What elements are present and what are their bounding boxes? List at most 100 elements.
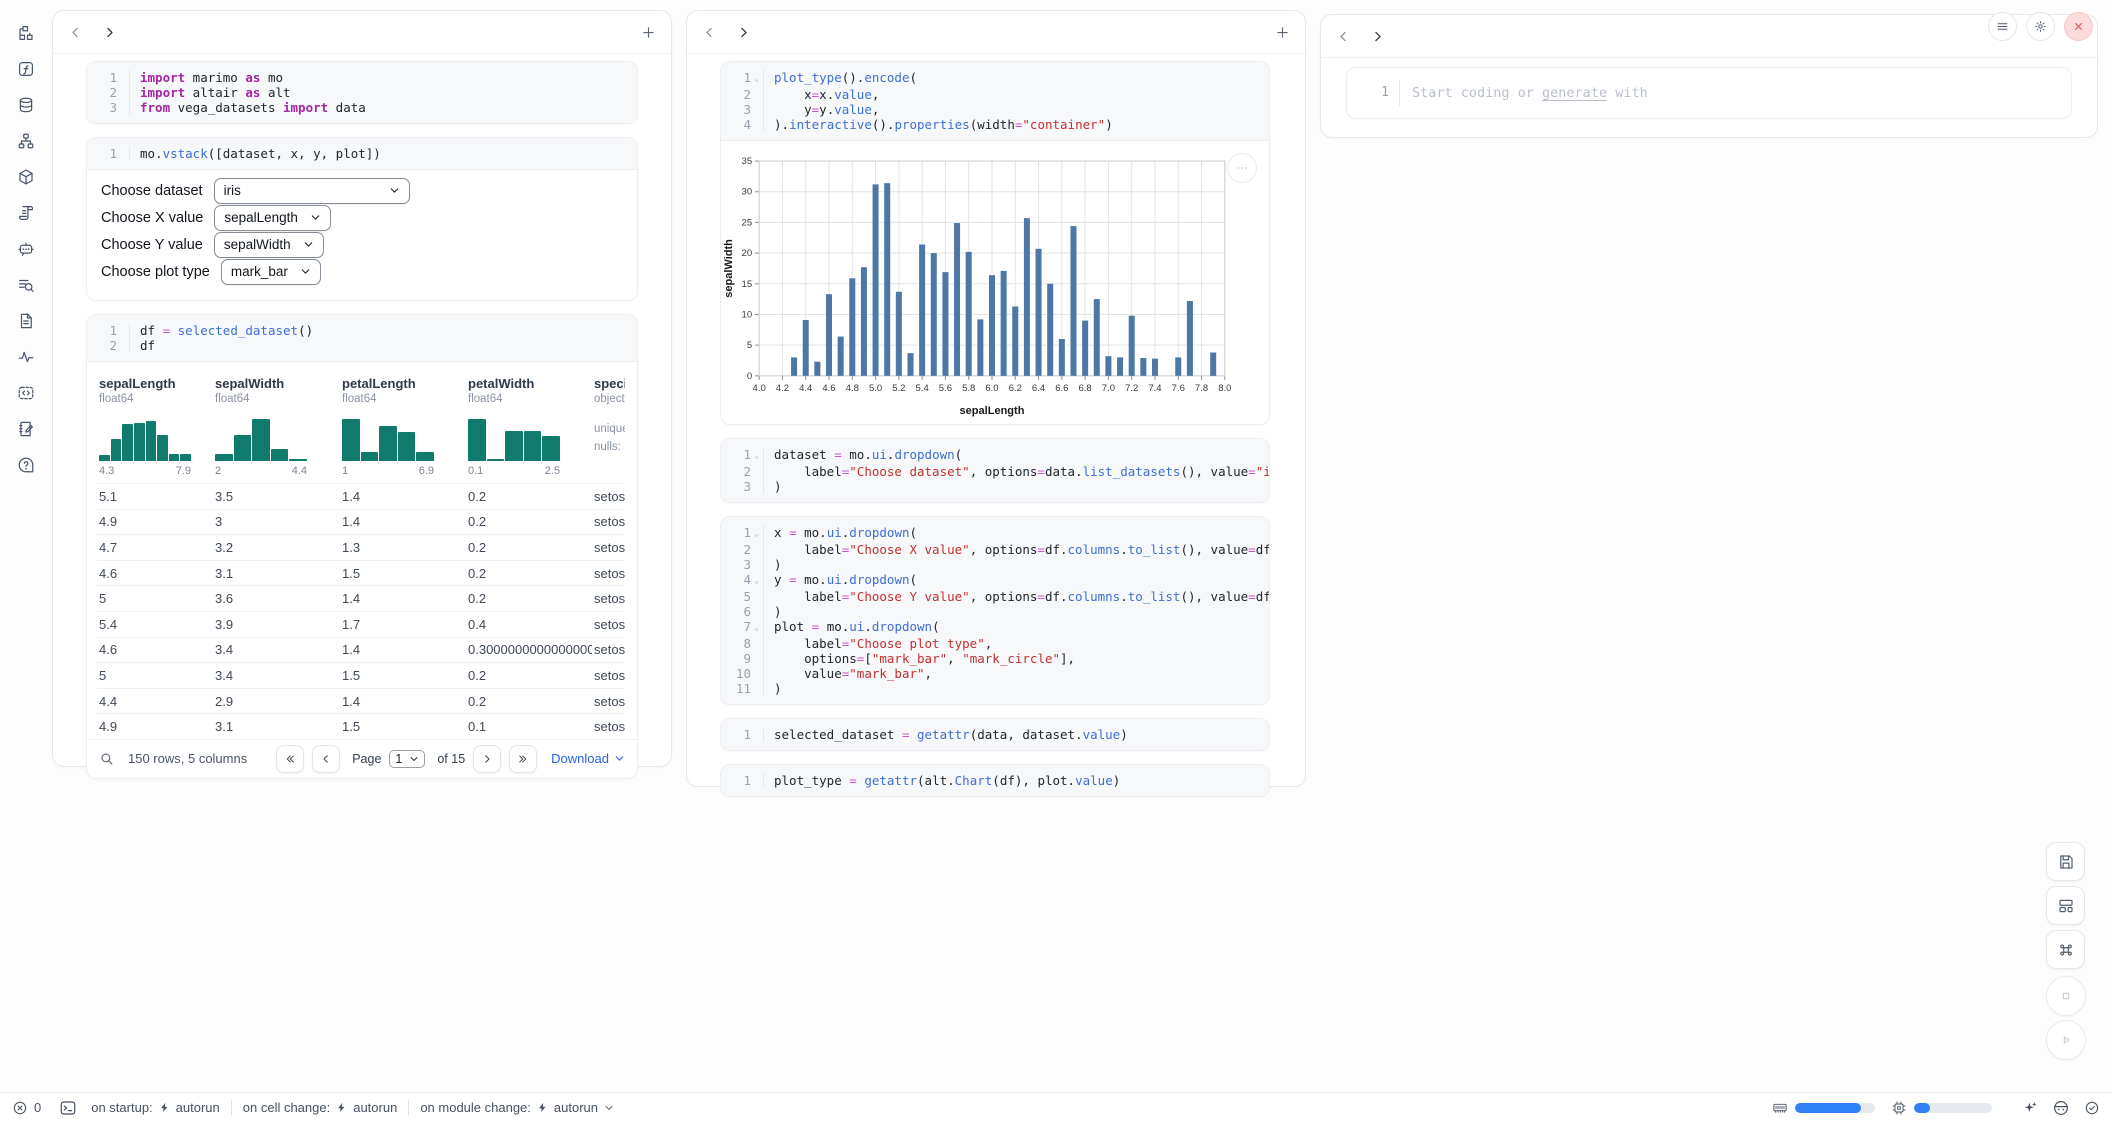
sidebar-item-chat[interactable] xyxy=(17,240,35,258)
sidebar-item-tracing[interactable] xyxy=(17,348,35,366)
search-icon[interactable] xyxy=(99,751,114,766)
code-line: 2 label="Choose X value", options=df.col… xyxy=(721,542,1261,557)
runtime-config-item[interactable]: on cell change:autorun xyxy=(243,1100,398,1115)
runtime-config-item[interactable]: on module change:autorun xyxy=(420,1100,614,1115)
column-forward-button[interactable] xyxy=(736,25,751,40)
column-back-button[interactable] xyxy=(702,25,717,40)
table-row[interactable]: 53.61.40.2setosa xyxy=(97,585,625,611)
logs-icon xyxy=(17,276,35,294)
code-line: 11) xyxy=(721,681,1261,696)
column-header-species[interactable]: speciesobjectunique:nulls: xyxy=(592,370,625,483)
add-cell-button[interactable] xyxy=(641,25,656,40)
sidebar-item-notebook[interactable] xyxy=(17,420,35,438)
menu-button[interactable] xyxy=(1988,12,2017,41)
table-row[interactable]: 4.931.40.2setosa xyxy=(97,509,625,535)
run-button[interactable] xyxy=(2046,1020,2086,1060)
table-row[interactable]: 5.43.91.70.4setosa xyxy=(97,611,625,637)
download-button[interactable]: Download xyxy=(551,751,625,766)
column-back-button[interactable] xyxy=(1336,29,1351,44)
svg-text:7.4: 7.4 xyxy=(1148,383,1162,394)
dataset-dropdown-cell[interactable]: 1⌄dataset = mo.ui.dropdown(2 label="Choo… xyxy=(721,439,1269,502)
cpu-icon xyxy=(1891,1100,1907,1116)
column-histogram xyxy=(215,417,307,461)
divider xyxy=(408,1100,409,1115)
column-header-sepalLength[interactable]: sepalLengthfloat644.37.9 xyxy=(97,370,213,483)
control-row: Choose Y valuesepalWidth xyxy=(101,232,623,257)
status-bar: 0 on startup:autorun on cell change:autor… xyxy=(0,1092,2112,1122)
ai-sparkles-icon[interactable] xyxy=(2022,1100,2038,1116)
sidebar-item-file-explorer[interactable] xyxy=(17,24,35,42)
xy-plot-dropdowns-cell[interactable]: 1⌄x = mo.ui.dropdown(2 label="Choose X v… xyxy=(721,517,1269,704)
code-line: 5 label="Choose Y value", options=df.col… xyxy=(721,589,1261,604)
sidebar-item-logs[interactable] xyxy=(17,276,35,294)
errors-indicator[interactable]: 0 xyxy=(12,1100,41,1116)
save-button[interactable] xyxy=(2046,842,2085,881)
table-row[interactable]: 4.63.11.50.2setosa xyxy=(97,560,625,586)
choose-plot-type-select[interactable]: mark_bar xyxy=(221,259,321,285)
table-row[interactable]: 4.63.41.40.30000000000000004setosa xyxy=(97,637,625,663)
stop-button[interactable] xyxy=(2046,976,2086,1016)
first-page-button[interactable] xyxy=(276,745,304,773)
last-page-button[interactable] xyxy=(509,745,537,773)
runtime-config-item[interactable]: on startup:autorun xyxy=(91,1100,220,1115)
chevron-down-icon xyxy=(604,1103,614,1113)
add-cell-button[interactable] xyxy=(1275,25,1290,40)
code-line: 10 value="mark_bar", xyxy=(721,666,1261,681)
svg-text:4.4: 4.4 xyxy=(799,383,813,394)
table-row[interactable]: 4.42.91.40.2setosa xyxy=(97,688,625,714)
selected-dataset-cell[interactable]: 1selected_dataset = getattr(data, datase… xyxy=(721,719,1269,750)
column-header-sepalWidth[interactable]: sepalWidthfloat6424.4 xyxy=(213,370,340,483)
sidebar-item-scratchpad[interactable] xyxy=(17,204,35,222)
table-row[interactable]: 4.73.21.30.2setosa xyxy=(97,534,625,560)
column-header-petalWidth[interactable]: petalWidthfloat640.12.5 xyxy=(466,370,592,483)
sidebar-item-helper-functions[interactable] xyxy=(17,60,35,78)
code-line: 1⌄plot_type().encode( xyxy=(721,70,1261,87)
command-palette-button[interactable] xyxy=(2046,930,2085,969)
code-line: 1⌄x = mo.ui.dropdown( xyxy=(721,525,1261,542)
next-page-button[interactable] xyxy=(473,745,501,773)
sidebar-item-dependency-graph[interactable] xyxy=(17,132,35,150)
middle-column-header xyxy=(687,11,1305,54)
packages-icon xyxy=(17,168,35,186)
file-explorer-icon xyxy=(17,24,35,42)
sidebar-item-help[interactable] xyxy=(17,456,35,474)
layout-button[interactable] xyxy=(2046,886,2085,925)
choose-dataset-select[interactable]: iris xyxy=(214,178,410,204)
circle-x-icon xyxy=(12,1100,28,1116)
imports-cell[interactable]: 1import marimo as mo2import altair as al… xyxy=(87,62,637,123)
column-back-button[interactable] xyxy=(68,25,83,40)
terminal-button[interactable] xyxy=(59,1099,77,1117)
connection-status-icon[interactable] xyxy=(2084,1100,2100,1116)
sidebar-item-snippets[interactable] xyxy=(17,384,35,402)
close-panel-button[interactable] xyxy=(2064,12,2093,41)
chart-menu-button[interactable] xyxy=(1227,153,1257,183)
sidebar-item-packages[interactable] xyxy=(17,168,35,186)
terminal-icon xyxy=(59,1099,77,1117)
svg-text:6.4: 6.4 xyxy=(1032,383,1046,394)
altair-bar-chart[interactable]: 051015202530354.04.24.44.64.85.05.25.45.… xyxy=(721,147,1269,420)
plot-cell[interactable]: 1⌄plot_type().encode(2 x=x.value,3 y=y.v… xyxy=(721,62,1269,424)
dataframe-cell[interactable]: 1df = selected_dataset()2df sepalLengthf… xyxy=(87,315,637,778)
prev-page-button[interactable] xyxy=(312,745,340,773)
column-header-petalLength[interactable]: petalLengthfloat6416.9 xyxy=(340,370,466,483)
plot-type-cell[interactable]: 1plot_type = getattr(alt.Chart(df), plot… xyxy=(721,765,1269,796)
generate-link[interactable]: generate xyxy=(1542,85,1607,101)
choose-y-value-select[interactable]: sepalWidth xyxy=(214,232,324,258)
table-row[interactable]: 4.93.11.50.1setosa xyxy=(97,713,625,739)
empty-code-cell[interactable]: 1 Start coding or generate with xyxy=(1347,68,2071,118)
settings-button[interactable] xyxy=(2026,12,2055,41)
page-select[interactable]: 1 xyxy=(389,750,425,768)
column-forward-button[interactable] xyxy=(1370,29,1385,44)
column-forward-button[interactable] xyxy=(102,25,117,40)
column-histogram xyxy=(99,417,191,461)
copilot-icon[interactable] xyxy=(2052,1099,2070,1117)
sidebar-item-documentation[interactable] xyxy=(17,312,35,330)
vstack-cell[interactable]: 1mo.vstack([dataset, x, y, plot]) Choose… xyxy=(87,138,637,300)
code-line: 1df = selected_dataset() xyxy=(87,323,629,338)
table-row[interactable]: 5.13.51.40.2setosa xyxy=(97,483,625,509)
table-row[interactable]: 53.41.50.2setosa xyxy=(97,662,625,688)
choose-x-value-select[interactable]: sepalLength xyxy=(214,205,331,231)
svg-text:7.8: 7.8 xyxy=(1195,383,1208,394)
sidebar-item-datasources[interactable] xyxy=(17,96,35,114)
svg-text:sepalLength: sepalLength xyxy=(960,405,1025,417)
